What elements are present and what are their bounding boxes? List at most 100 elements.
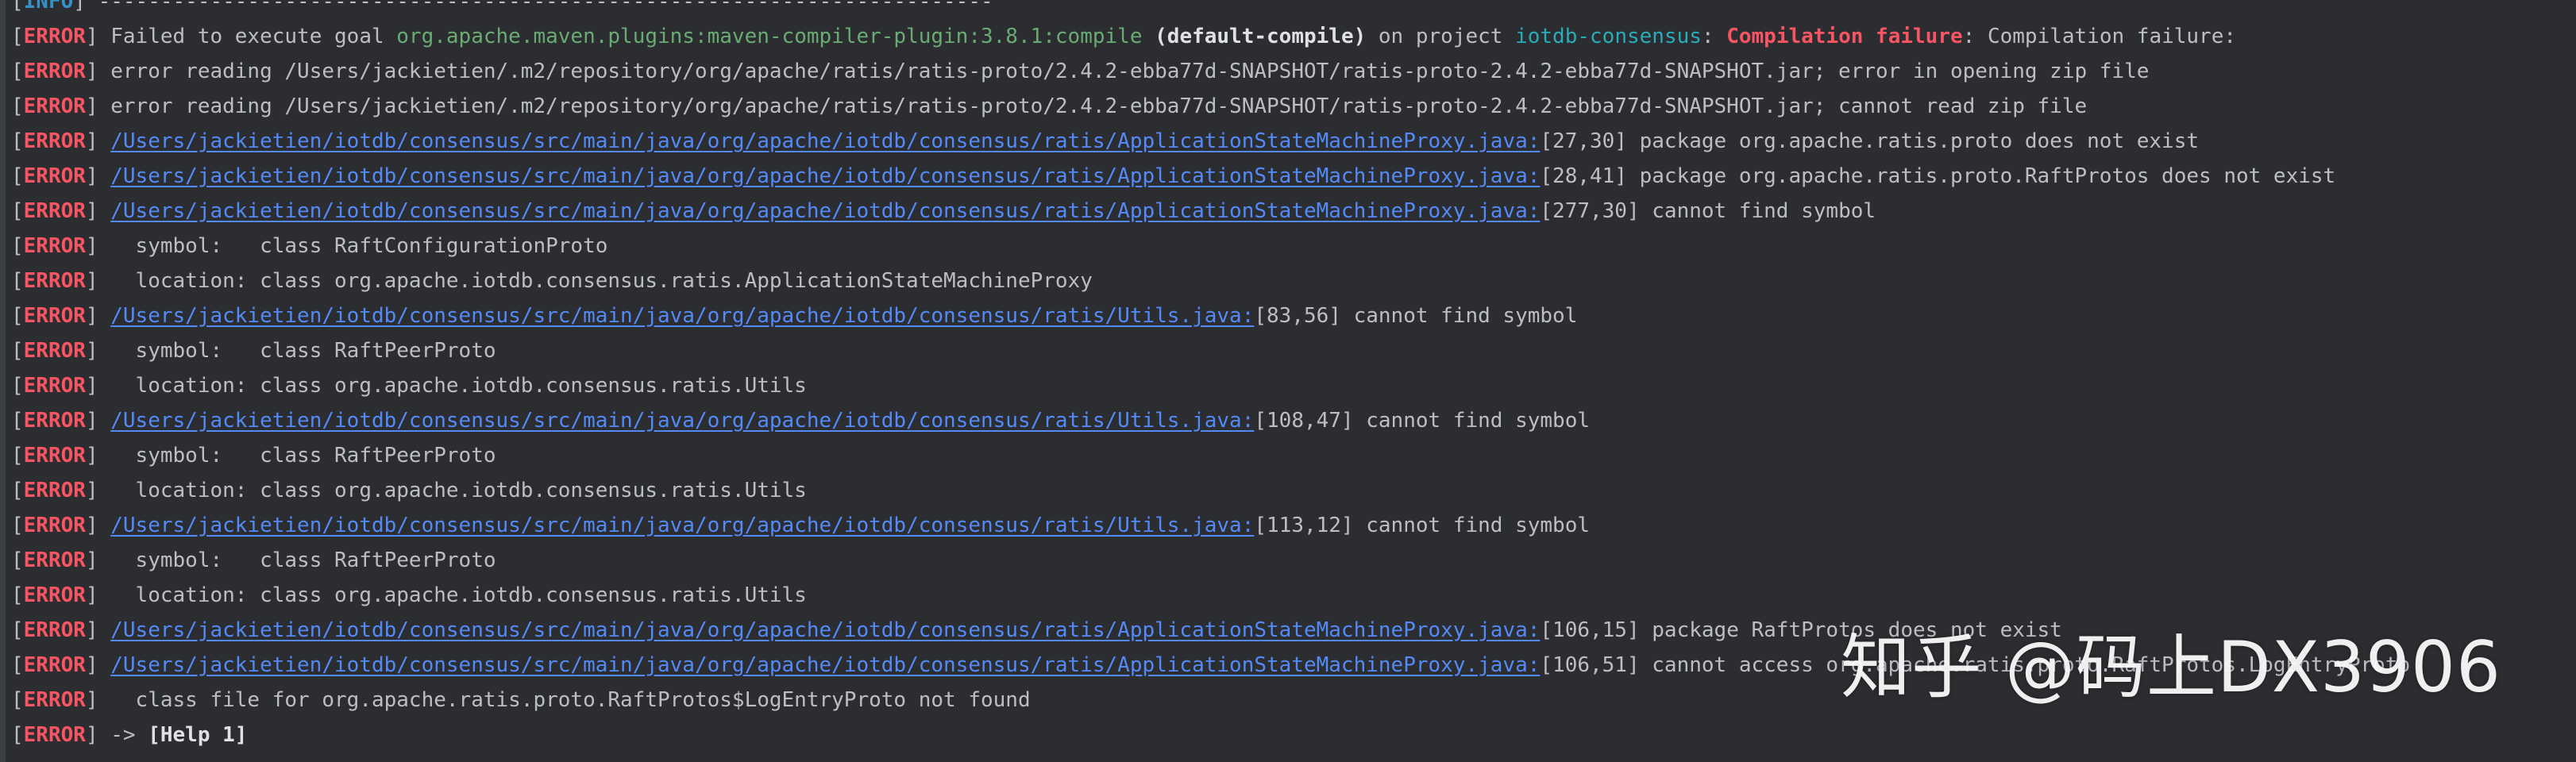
console-line: [ERROR] error reading /Users/jackietien/…	[11, 54, 2568, 89]
log-text: location: class org.apache.iotdb.consens…	[98, 583, 807, 607]
bracket: [	[11, 583, 24, 607]
bracket: [	[11, 514, 24, 537]
error-tag: ERROR	[23, 304, 86, 328]
error-tag: ERROR	[23, 479, 86, 502]
bracket: ]	[85, 479, 98, 502]
console-line: [ERROR] location: class org.apache.iotdb…	[11, 264, 2568, 298]
log-text: symbol: class RaftPeerProto	[98, 339, 496, 363]
error-tag: ERROR	[23, 444, 86, 468]
bracket: ]	[85, 164, 98, 188]
bracket: ]	[73, 0, 86, 13]
source-file-link[interactable]: /Users/jackietien/iotdb/consensus/src/ma…	[110, 514, 1254, 537]
log-text: (default-compile)	[1155, 25, 1367, 48]
console-line: [ERROR] /Users/jackietien/iotdb/consensu…	[11, 403, 2568, 438]
bracket: [	[11, 688, 24, 712]
error-tag: ERROR	[23, 374, 86, 398]
watermark: 知乎 @码上DX3906	[1841, 626, 2501, 708]
console-line: [ERROR] Failed to execute goal org.apach…	[11, 19, 2568, 54]
bracket: [	[11, 548, 24, 572]
error-tag: ERROR	[23, 60, 86, 83]
source-file-link[interactable]: /Users/jackietien/iotdb/consensus/src/ma…	[110, 304, 1254, 328]
log-text: [113,12] cannot find symbol	[1254, 514, 1590, 537]
bracket: [	[11, 234, 24, 258]
build-output-console[interactable]: [INFO] ---------------------------------…	[0, 0, 2576, 762]
console-line: [ERROR] /Users/jackietien/iotdb/consensu…	[11, 159, 2568, 194]
log-text: org.apache.maven.plugins:maven-compiler-…	[396, 25, 1143, 48]
log-text: location: class org.apache.iotdb.consens…	[98, 374, 807, 398]
bracket: ]	[85, 199, 98, 223]
bracket: [	[11, 618, 24, 642]
error-tag: ERROR	[23, 339, 86, 363]
source-file-link[interactable]: /Users/jackietien/iotdb/consensus/src/ma…	[110, 199, 1540, 223]
error-tag: ERROR	[23, 94, 86, 118]
error-tag: ERROR	[23, 653, 86, 677]
source-file-link[interactable]: /Users/jackietien/iotdb/consensus/src/ma…	[110, 129, 1540, 153]
bracket: [	[11, 374, 24, 398]
bracket: ]	[85, 548, 98, 572]
info-tag: INFO	[23, 0, 74, 13]
bracket: [	[11, 444, 24, 468]
bracket: ]	[85, 723, 98, 747]
log-text: : Compilation failure:	[1962, 25, 2237, 48]
bracket: ]	[85, 129, 98, 153]
log-text: error reading /Users/jackietien/.m2/repo…	[98, 94, 2088, 118]
error-tag: ERROR	[23, 688, 86, 712]
log-text: class file for org.apache.ratis.proto.Ra…	[98, 688, 1031, 712]
error-tag: ERROR	[23, 25, 86, 48]
error-tag: ERROR	[23, 723, 86, 747]
bracket: [	[11, 60, 24, 83]
log-text: Failed to execute goal	[98, 25, 397, 48]
error-tag: ERROR	[23, 129, 86, 153]
error-tag: ERROR	[23, 199, 86, 223]
console-line: [ERROR] /Users/jackietien/iotdb/consensu…	[11, 298, 2568, 333]
console-line: [ERROR] /Users/jackietien/iotdb/consensu…	[11, 508, 2568, 543]
console-line: [ERROR] error reading /Users/jackietien/…	[11, 89, 2568, 124]
console-line: [ERROR] location: class org.apache.iotdb…	[11, 368, 2568, 403]
bracket: ]	[85, 269, 98, 293]
error-tag: ERROR	[23, 514, 86, 537]
bracket: ]	[85, 618, 98, 642]
log-text: symbol: class RaftPeerProto	[98, 444, 496, 468]
bracket: [	[11, 94, 24, 118]
log-text: [27,30] package org.apache.ratis.proto d…	[1540, 129, 2200, 153]
bracket: ]	[85, 234, 98, 258]
console-line: [ERROR] location: class org.apache.iotdb…	[11, 473, 2568, 508]
error-tag: ERROR	[23, 618, 86, 642]
console-line: [ERROR] symbol: class RaftConfigurationP…	[11, 229, 2568, 264]
error-tag: ERROR	[23, 409, 86, 433]
console-line: [ERROR] symbol: class RaftPeerProto	[11, 333, 2568, 368]
error-tag: ERROR	[23, 583, 86, 607]
console-line: [ERROR] /Users/jackietien/iotdb/consensu…	[11, 194, 2568, 229]
bracket: ]	[85, 374, 98, 398]
source-file-link[interactable]: /Users/jackietien/iotdb/consensus/src/ma…	[110, 409, 1254, 433]
log-text: [277,30] cannot find symbol	[1540, 199, 1876, 223]
console-line: [ERROR] symbol: class RaftPeerProto	[11, 543, 2568, 578]
error-tag: ERROR	[23, 269, 86, 293]
log-text: on project	[1366, 25, 1516, 48]
bracket: [	[11, 0, 24, 13]
bracket: [	[11, 653, 24, 677]
source-file-link[interactable]: /Users/jackietien/iotdb/consensus/src/ma…	[110, 653, 1540, 677]
bracket: [	[11, 723, 24, 747]
error-tag: ERROR	[23, 234, 86, 258]
log-text: location: class org.apache.iotdb.consens…	[98, 269, 1093, 293]
bracket: [	[11, 304, 24, 328]
log-text: iotdb-consensus	[1515, 25, 1702, 48]
log-text: [108,47] cannot find symbol	[1254, 409, 1590, 433]
bracket: [	[11, 164, 24, 188]
bracket: ]	[85, 60, 98, 83]
log-text: Compilation failure	[1726, 25, 1963, 48]
bracket: ]	[85, 688, 98, 712]
bracket: ]	[85, 583, 98, 607]
log-text: [Help 1]	[148, 723, 248, 747]
source-file-link[interactable]: /Users/jackietien/iotdb/consensus/src/ma…	[110, 618, 1540, 642]
source-file-link[interactable]: /Users/jackietien/iotdb/consensus/src/ma…	[110, 164, 1540, 188]
error-tag: ERROR	[23, 548, 86, 572]
bracket: ]	[85, 653, 98, 677]
bracket: ]	[85, 94, 98, 118]
log-text: error reading /Users/jackietien/.m2/repo…	[98, 60, 2150, 83]
